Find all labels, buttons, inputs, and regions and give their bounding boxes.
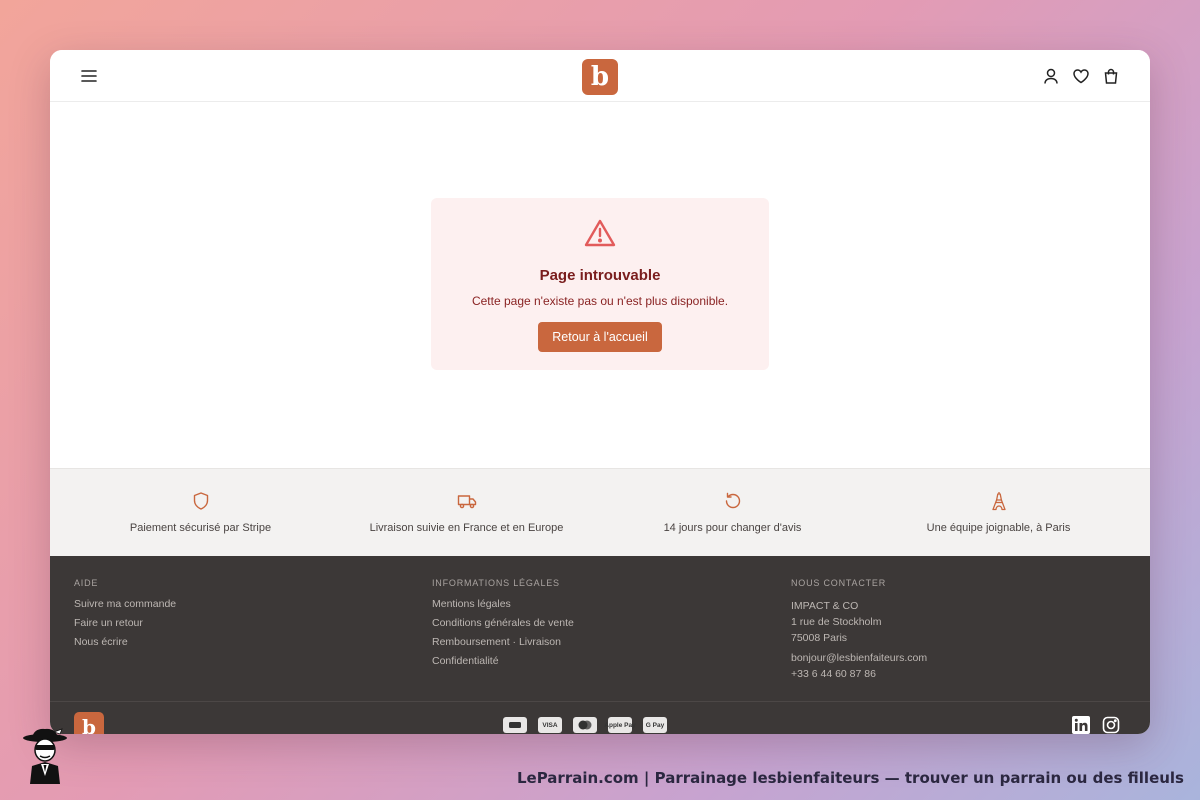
warning-triangle-icon (584, 218, 616, 248)
feature-secure-payment: Paiement sécurisé par Stripe (63, 469, 338, 557)
google-pay-icon: G Pay (643, 717, 667, 733)
back-to-home-button[interactable]: Retour à l'accueil (538, 322, 662, 352)
feature-text: Une équipe joignable, à Paris (926, 522, 1071, 534)
account-icon[interactable] (1042, 67, 1060, 85)
visa-icon: VISA (538, 717, 562, 733)
eiffel-tower-icon (989, 491, 1009, 511)
mastercard-icon (573, 717, 597, 733)
shield-icon (191, 491, 211, 511)
hamburger-menu-icon[interactable] (80, 68, 98, 84)
site-footer: AIDE Suivre ma commande Faire un retour … (50, 556, 1150, 734)
feature-text: Livraison suivie en France et en Europe (369, 522, 564, 534)
feature-returns: 14 jours pour changer d'avis (595, 469, 870, 557)
footer-logo[interactable]: b (74, 712, 104, 734)
rotate-icon (723, 491, 743, 511)
instagram-icon[interactable] (1102, 716, 1120, 734)
contact-company: IMPACT & CO (791, 600, 859, 612)
feature-text: 14 jours pour changer d'avis (663, 522, 802, 534)
footer-column-legal: INFORMATIONS LÉGALES Mentions légales Co… (432, 578, 574, 674)
cb-card-icon (503, 717, 527, 733)
footer-link-legal-notice[interactable]: Mentions légales (432, 598, 574, 610)
contact-street: 1 rue de Stockholm (791, 616, 882, 628)
footer-column-title: INFORMATIONS LÉGALES (432, 578, 560, 588)
footer-link-privacy[interactable]: Confidentialité (432, 655, 574, 667)
apple-pay-icon: Apple Pay (604, 717, 636, 733)
feature-delivery: Livraison suivie en France et en Europe (329, 469, 604, 557)
site-logo[interactable]: b (582, 59, 618, 95)
footer-column-contact: NOUS CONTACTER IMPACT & CO 1 rue de Stoc… (791, 578, 927, 682)
linkedin-icon[interactable] (1072, 716, 1090, 734)
footer-link-return[interactable]: Faire un retour (74, 617, 176, 629)
contact-phone[interactable]: +33 6 44 60 87 86 (791, 666, 927, 682)
payment-methods: VISA Apple Pay G Pay (503, 717, 667, 733)
browser-window: b Page introuvable Cette page n'existe p… (50, 50, 1150, 734)
footer-divider (50, 701, 1150, 702)
footer-column-title: NOUS CONTACTER (791, 578, 887, 588)
feature-paris-team: Une équipe joignable, à Paris (861, 469, 1136, 557)
contact-email[interactable]: bonjour@lesbienfaiteurs.com (791, 650, 927, 666)
features-band: Paiement sécurisé par Stripe Livraison s… (50, 468, 1150, 556)
error-message: Cette page n'existe pas ou n'est plus di… (471, 294, 729, 308)
header-actions (1042, 67, 1120, 85)
footer-column-aide: AIDE Suivre ma commande Faire un retour … (74, 578, 176, 655)
footer-column-title: AIDE (74, 578, 99, 588)
footer-link-contact[interactable]: Nous écrire (74, 636, 176, 648)
footer-link-track-order[interactable]: Suivre ma commande (74, 598, 176, 610)
contact-city: 75008 Paris (791, 632, 848, 644)
feature-text: Paiement sécurisé par Stripe (129, 522, 272, 534)
wishlist-heart-icon[interactable] (1072, 67, 1090, 85)
page-caption: LeParrain.com | Parrainage lesbienfaiteu… (516, 769, 1184, 787)
social-links (1072, 716, 1120, 734)
leparrain-mascot-icon (18, 728, 72, 784)
error-card: Page introuvable Cette page n'existe pas… (431, 198, 769, 370)
cart-bag-icon[interactable] (1102, 67, 1120, 85)
site-header: b (50, 50, 1150, 102)
error-title: Page introuvable (539, 267, 661, 284)
truck-icon (457, 491, 477, 511)
footer-link-terms[interactable]: Conditions générales de vente (432, 617, 574, 629)
footer-link-refund-delivery[interactable]: Remboursement · Livraison (432, 636, 574, 648)
